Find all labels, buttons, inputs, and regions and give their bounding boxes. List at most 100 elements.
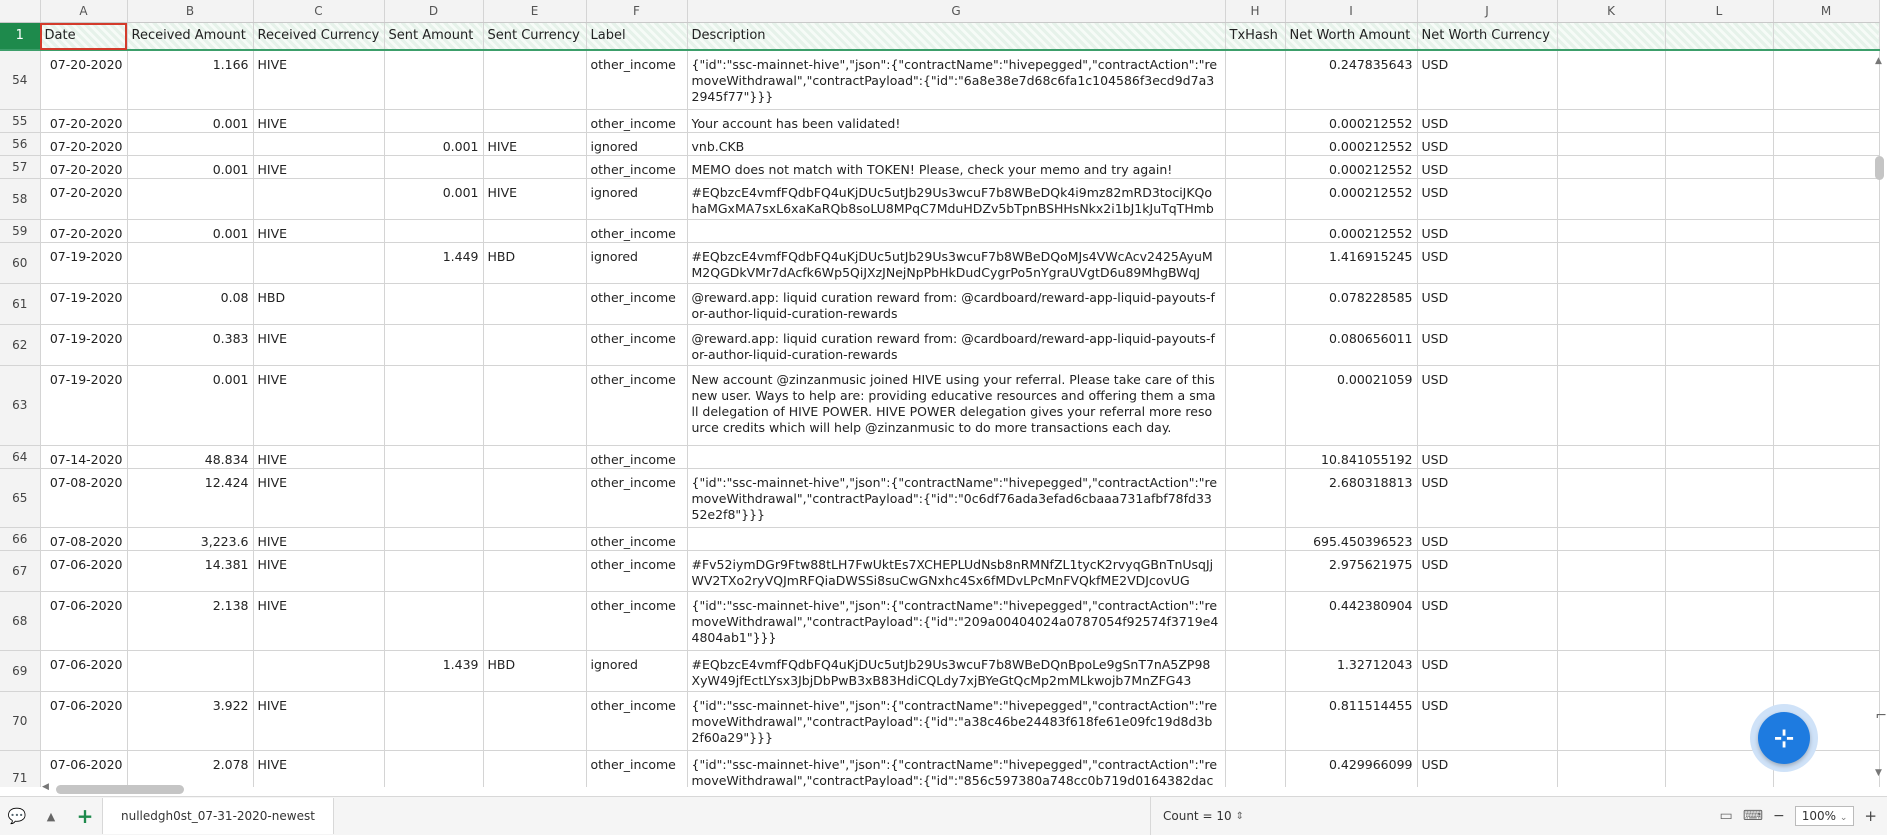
cell-f[interactable]: other_income xyxy=(586,219,688,243)
cell-h[interactable] xyxy=(1225,591,1286,651)
cell-l[interactable] xyxy=(1665,550,1774,592)
cell-g[interactable]: #EQbzcE4vmfFQdbFQ4uKjDUc5utJb29Us3wcuF7b… xyxy=(687,178,1226,220)
cell-h[interactable] xyxy=(1225,242,1286,284)
cell-b[interactable] xyxy=(127,178,254,220)
cell-g[interactable]: #EQbzcE4vmfFQdbFQ4uKjDUc5utJb29Us3wcuF7b… xyxy=(687,650,1226,692)
cell-c[interactable] xyxy=(253,650,385,692)
cell-i[interactable]: 0.429966099 xyxy=(1285,750,1418,787)
column-header-f[interactable]: F xyxy=(586,0,688,23)
cell-e[interactable] xyxy=(483,155,587,179)
cell-a[interactable]: 07-20-2020 xyxy=(40,50,128,110)
header-cell-i[interactable]: Net Worth Amount xyxy=(1285,22,1418,51)
cell-h[interactable] xyxy=(1225,132,1286,156)
cell-b[interactable]: 0.001 xyxy=(127,109,254,133)
cell-j[interactable]: USD xyxy=(1417,283,1558,325)
cell-k[interactable] xyxy=(1557,178,1666,220)
cell-g[interactable]: {"id":"ssc-mainnet-hive","json":{"contra… xyxy=(687,468,1226,528)
cell-f[interactable]: other_income xyxy=(586,691,688,751)
cell-g[interactable]: #Fv52iymDGr9Ftw88tLH7FwUktEs7XCHEPLUdNsb… xyxy=(687,550,1226,592)
keyboard-icon[interactable]: ⌨ xyxy=(1743,808,1763,824)
cell-m[interactable] xyxy=(1773,365,1880,446)
cell-j[interactable]: USD xyxy=(1417,219,1558,243)
cell-a[interactable]: 07-20-2020 xyxy=(40,178,128,220)
cell-k[interactable] xyxy=(1557,365,1666,446)
cell-b[interactable]: 0.001 xyxy=(127,155,254,179)
cell-d[interactable]: 0.001 xyxy=(384,178,484,220)
cell-c[interactable]: HIVE xyxy=(253,750,385,787)
cell-m[interactable] xyxy=(1773,242,1880,284)
cell-b[interactable]: 2.138 xyxy=(127,591,254,651)
cell-i[interactable]: 0.442380904 xyxy=(1285,591,1418,651)
cell-f[interactable]: other_income xyxy=(586,527,688,551)
cell-k[interactable] xyxy=(1557,155,1666,179)
cell-f[interactable]: ignored xyxy=(586,178,688,220)
cell-c[interactable]: HBD xyxy=(253,283,385,325)
cell-i[interactable]: 1.32712043 xyxy=(1285,650,1418,692)
cell-j[interactable]: USD xyxy=(1417,132,1558,156)
cell-m[interactable] xyxy=(1773,109,1880,133)
cell-d[interactable] xyxy=(384,109,484,133)
cell-k[interactable] xyxy=(1557,550,1666,592)
cell-a[interactable]: 07-19-2020 xyxy=(40,324,128,366)
cell-h[interactable] xyxy=(1225,178,1286,220)
cell-k[interactable] xyxy=(1557,468,1666,528)
cell-g[interactable]: {"id":"ssc-mainnet-hive","json":{"contra… xyxy=(687,50,1226,110)
cell-d[interactable] xyxy=(384,527,484,551)
cell-j[interactable]: USD xyxy=(1417,324,1558,366)
cell-e[interactable] xyxy=(483,468,587,528)
cell-a[interactable]: 07-20-2020 xyxy=(40,109,128,133)
vertical-scrollbar[interactable]: ▲ ▼ xyxy=(1871,56,1887,786)
row-number[interactable]: 59 xyxy=(0,219,41,243)
scroll-up-icon[interactable]: ▲ xyxy=(1875,56,1882,66)
cell-h[interactable] xyxy=(1225,468,1286,528)
row-number[interactable]: 63 xyxy=(0,365,41,446)
cell-i[interactable]: 695.450396523 xyxy=(1285,527,1418,551)
cell-i[interactable]: 10.841055192 xyxy=(1285,445,1418,469)
plus-icon[interactable]: + xyxy=(68,804,102,828)
cell-f[interactable]: other_income xyxy=(586,324,688,366)
cell-m[interactable] xyxy=(1773,591,1880,651)
cell-l[interactable] xyxy=(1665,219,1774,243)
cell-k[interactable] xyxy=(1557,109,1666,133)
cell-m[interactable] xyxy=(1773,445,1880,469)
cell-b[interactable]: 48.834 xyxy=(127,445,254,469)
cell-b[interactable] xyxy=(127,242,254,284)
cell-l[interactable] xyxy=(1665,242,1774,284)
cell-l[interactable] xyxy=(1665,155,1774,179)
cell-e[interactable] xyxy=(483,527,587,551)
cell-d[interactable] xyxy=(384,445,484,469)
cell-g[interactable] xyxy=(687,527,1226,551)
cell-j[interactable]: USD xyxy=(1417,591,1558,651)
cell-i[interactable]: 2.975621975 xyxy=(1285,550,1418,592)
row-number[interactable]: 71 xyxy=(0,750,41,787)
cell-c[interactable]: HIVE xyxy=(253,527,385,551)
row-number[interactable]: 55 xyxy=(0,109,41,133)
cell-k[interactable] xyxy=(1557,132,1666,156)
row-number[interactable]: 65 xyxy=(0,468,41,528)
cell-d[interactable] xyxy=(384,691,484,751)
cell-b[interactable]: 0.383 xyxy=(127,324,254,366)
row-number[interactable]: 58 xyxy=(0,178,41,220)
cell-j[interactable]: USD xyxy=(1417,750,1558,787)
cell-g[interactable]: Your account has been validated! xyxy=(687,109,1226,133)
header-cell-m[interactable] xyxy=(1773,22,1880,51)
row-number[interactable]: 67 xyxy=(0,550,41,592)
cell-a[interactable]: 07-19-2020 xyxy=(40,365,128,446)
cell-l[interactable] xyxy=(1665,445,1774,469)
cell-a[interactable]: 07-06-2020 xyxy=(40,591,128,651)
cell-k[interactable] xyxy=(1557,50,1666,110)
cell-m[interactable] xyxy=(1773,132,1880,156)
cell-c[interactable]: HIVE xyxy=(253,219,385,243)
cell-d[interactable] xyxy=(384,219,484,243)
cell-j[interactable]: USD xyxy=(1417,527,1558,551)
cell-e[interactable]: HIVE xyxy=(483,178,587,220)
column-header-a[interactable]: A xyxy=(40,0,128,23)
cell-k[interactable] xyxy=(1557,324,1666,366)
cell-e[interactable] xyxy=(483,445,587,469)
cell-f[interactable]: other_income xyxy=(586,550,688,592)
cell-e[interactable] xyxy=(483,283,587,325)
cell-h[interactable] xyxy=(1225,691,1286,751)
chevron-updown-icon[interactable]: ⇕ xyxy=(1236,811,1244,822)
cell-h[interactable] xyxy=(1225,283,1286,325)
cell-i[interactable]: 0.247835643 xyxy=(1285,50,1418,110)
